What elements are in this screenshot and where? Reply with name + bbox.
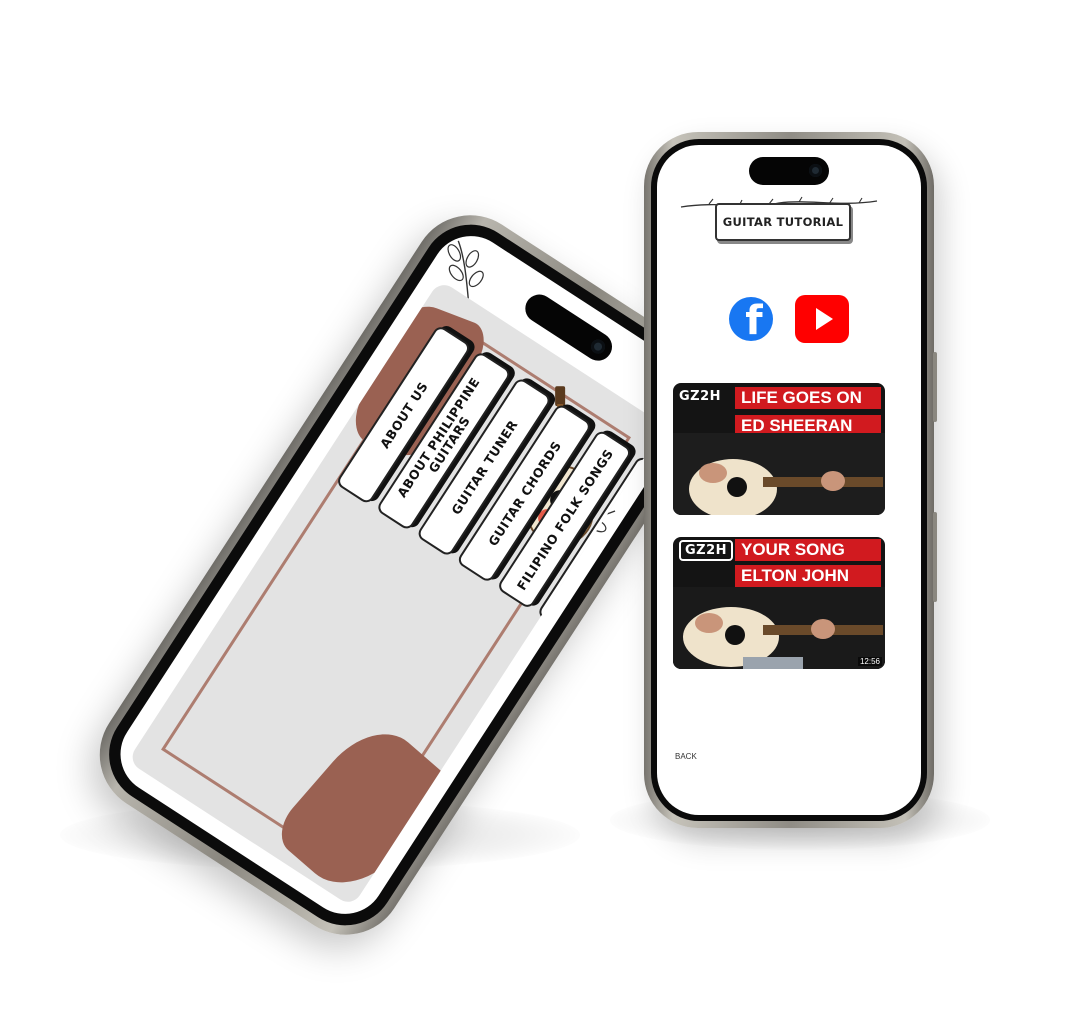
video-song-title: LIFE GOES ON xyxy=(735,387,881,409)
camera-icon xyxy=(588,336,608,357)
guitar-player-image xyxy=(673,587,885,669)
play-icon xyxy=(815,308,833,330)
page-title: GUITAR TUTORIAL xyxy=(715,203,851,241)
video-song-title: YOUR SONG xyxy=(735,539,881,561)
channel-logo: GZ2H xyxy=(679,540,734,561)
video-duration: 12:56 xyxy=(857,657,882,666)
camera-icon xyxy=(809,164,822,177)
phone-tutorial-screen: GUITAR TUTORIAL f GZ2H LIFE GOES ON ED S… xyxy=(644,132,937,828)
dynamic-island xyxy=(749,157,829,185)
channel-logo: GZ2H xyxy=(679,389,722,404)
facebook-icon[interactable]: f xyxy=(729,297,773,341)
facebook-glyph: f xyxy=(745,298,763,341)
tutorial-screen: GUITAR TUTORIAL f GZ2H LIFE GOES ON ED S… xyxy=(657,145,921,815)
youtube-icon[interactable] xyxy=(795,295,849,343)
video-artist-name: ELTON JOHN xyxy=(735,565,881,587)
video-thumbnail[interactable]: GZ2H LIFE GOES ON ED SHEERAN xyxy=(673,383,885,515)
back-link[interactable]: BACK xyxy=(675,752,697,761)
side-button xyxy=(933,352,937,422)
video-thumbnail[interactable]: GZ2H YOUR SONG ELTON JOHN 12:56 xyxy=(673,537,885,669)
channel-logo-text: GZ2H xyxy=(679,540,734,561)
guitar-player-image xyxy=(673,433,885,515)
social-links: f xyxy=(657,295,921,345)
side-button xyxy=(933,512,937,602)
